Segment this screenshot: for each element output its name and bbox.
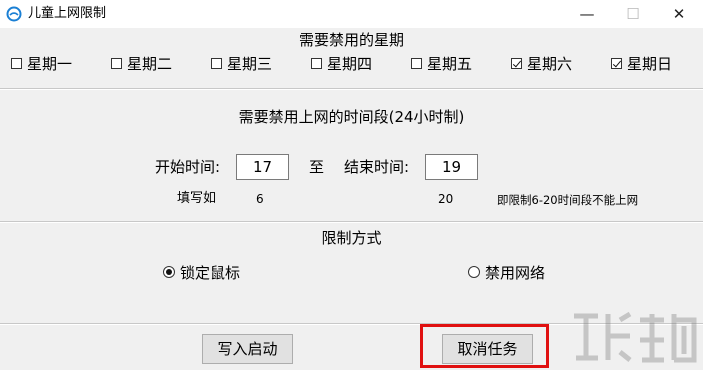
weekdays-title: 需要禁用的星期 xyxy=(298,31,404,49)
close-button[interactable]: ✕ xyxy=(656,0,702,28)
window-title: 儿童上网限制 xyxy=(28,6,107,21)
radio-button[interactable] xyxy=(468,266,480,278)
separator xyxy=(0,88,703,90)
radio-label: 锁定鼠标 xyxy=(180,263,241,282)
checkbox-label: 星期一 xyxy=(27,54,73,73)
time-range-title: 需要禁用上网的时间段(24小时制) xyxy=(238,108,465,126)
app-logo-icon xyxy=(6,6,22,22)
checkbox-friday[interactable]: 星期五 xyxy=(411,53,472,73)
start-time-label: 开始时间: xyxy=(155,158,221,176)
radio-label: 禁用网络 xyxy=(485,263,546,282)
checkbox-label: 星期日 xyxy=(627,54,673,73)
checkbox-box[interactable] xyxy=(411,57,422,69)
checkbox-label: 星期二 xyxy=(127,54,173,73)
example-note: 即限制6-20时间段不能上网 xyxy=(497,193,639,207)
checkbox-tuesday[interactable]: 星期二 xyxy=(111,53,172,73)
example-end-value: 20 xyxy=(438,192,454,206)
checkbox-box[interactable] xyxy=(611,57,622,69)
highlight-box xyxy=(420,324,549,368)
checkbox-box[interactable] xyxy=(511,57,522,69)
write-startup-button[interactable]: 写入启动 xyxy=(202,334,293,364)
checkbox-box[interactable] xyxy=(311,57,322,69)
radio-button[interactable] xyxy=(163,266,175,278)
checkbox-sunday[interactable]: 星期日 xyxy=(611,53,672,73)
separator xyxy=(0,221,703,223)
title-bar: 儿童上网限制 — ☐ ✕ xyxy=(0,0,703,28)
checkbox-box[interactable] xyxy=(11,57,22,69)
maximize-button[interactable]: ☐ xyxy=(610,0,656,28)
checkbox-label: 星期五 xyxy=(427,54,473,73)
end-time-label: 结束时间: xyxy=(344,158,410,176)
checkbox-saturday[interactable]: 星期六 xyxy=(511,53,572,73)
minimize-button[interactable]: — xyxy=(564,0,610,28)
checkbox-wednesday[interactable]: 星期三 xyxy=(211,53,272,73)
radio-disable-network[interactable]: 禁用网络 xyxy=(468,262,545,282)
checkbox-box[interactable] xyxy=(211,57,222,69)
checkbox-box[interactable] xyxy=(111,57,122,69)
to-label: 至 xyxy=(309,158,325,176)
checkbox-label: 星期三 xyxy=(227,54,273,73)
radio-lock-mouse[interactable]: 锁定鼠标 xyxy=(163,262,240,282)
start-time-input[interactable] xyxy=(236,154,289,180)
example-label: 填写如 xyxy=(177,191,217,206)
checkbox-thursday[interactable]: 星期四 xyxy=(311,53,372,73)
watermark-logo-icon xyxy=(574,311,697,363)
end-time-input[interactable] xyxy=(425,154,478,180)
mode-title: 限制方式 xyxy=(321,229,382,247)
checkbox-monday[interactable]: 星期一 xyxy=(11,53,72,73)
checkbox-label: 星期四 xyxy=(327,54,373,73)
checkbox-label: 星期六 xyxy=(527,54,573,73)
example-start-value: 6 xyxy=(256,192,264,206)
